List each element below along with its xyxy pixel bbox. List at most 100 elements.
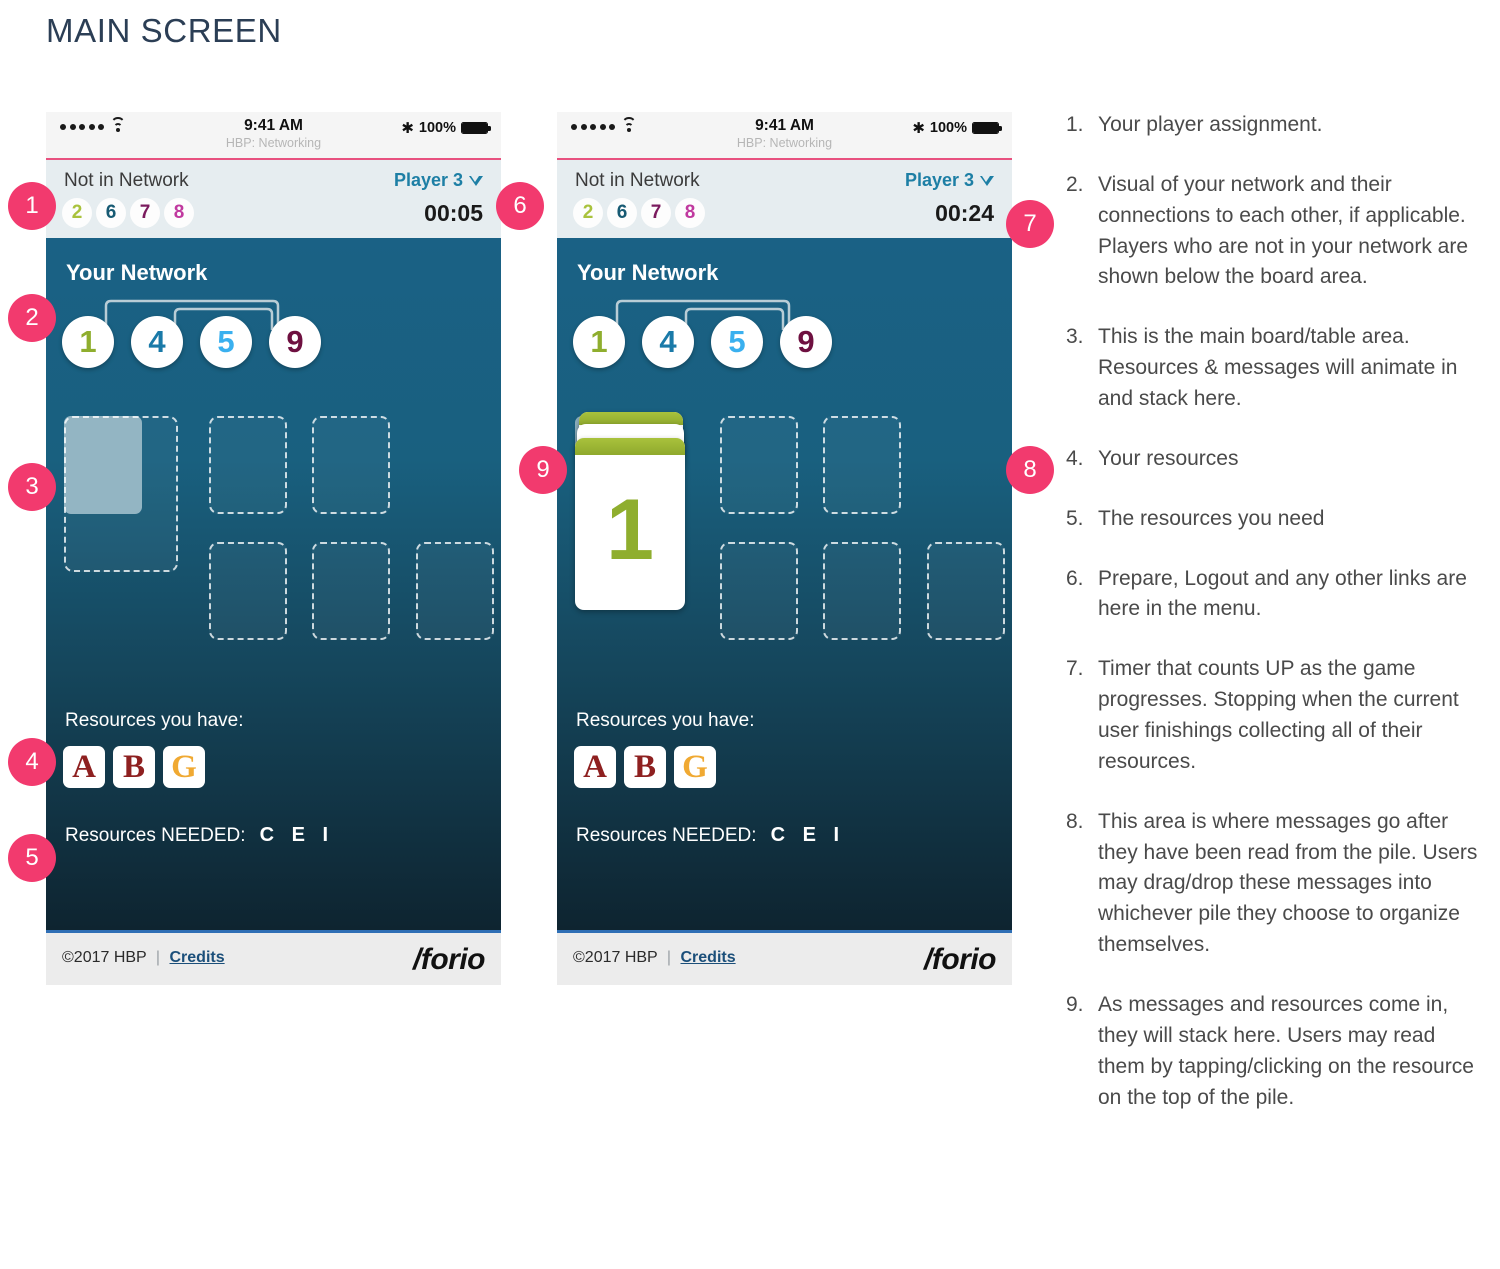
not-in-network-player-chip[interactable]: 8 — [675, 198, 705, 228]
not-in-network-player-chip[interactable]: 8 — [164, 198, 194, 228]
annotation-number: 6. — [1066, 566, 1084, 590]
status-bar-subtitle: HBP: Networking — [225, 136, 322, 150]
battery-icon — [461, 121, 491, 135]
annotation-item: 7. Timer that counts UP as the game prog… — [1066, 654, 1486, 777]
resources-have-list: A B G — [574, 746, 716, 788]
resources-needed-letters: C E I — [259, 824, 335, 846]
game-board: Your Network 1 4 5 9 — [557, 238, 1012, 930]
resources-have-list: A B G — [63, 746, 205, 788]
stack-card-front[interactable]: 1 — [575, 438, 685, 610]
credits-link[interactable]: Credits — [681, 949, 736, 966]
phone-mockup-1: 9:41 AM HBP: Networking ✱ 100% Not in Ne… — [46, 112, 501, 985]
resource-tile[interactable]: G — [163, 746, 205, 788]
callout-badge-1: 1 — [8, 182, 56, 230]
credits-link[interactable]: Credits — [170, 949, 225, 966]
annotation-number: 7. — [1066, 657, 1084, 681]
resource-tile[interactable]: B — [113, 746, 155, 788]
card-slot[interactable] — [823, 542, 901, 640]
network-player-circle[interactable]: 5 — [711, 316, 763, 368]
resource-tile[interactable]: A — [574, 746, 616, 788]
app-footer: ©2017 HBP | Credits /forio — [46, 930, 501, 985]
player-menu-button[interactable]: Player 3 — [905, 170, 994, 191]
network-player-circle[interactable]: 9 — [780, 316, 832, 368]
network-player-circle[interactable]: 5 — [200, 316, 252, 368]
annotation-text: Your player assignment. — [1098, 113, 1323, 136]
resources-needed-label: Resources NEEDED: — [576, 825, 757, 846]
not-in-network-label: Not in Network — [575, 170, 700, 191]
card-slot[interactable] — [927, 542, 1005, 640]
not-in-network-player-chip[interactable]: 7 — [130, 198, 160, 228]
annotation-number: 2. — [1066, 172, 1084, 196]
card-top-bar — [575, 438, 685, 455]
phone-mockup-2: 9:41 AM HBP: Networking ✱ 100% Not in Ne… — [557, 112, 1012, 985]
network-player-circle[interactable]: 1 — [62, 316, 114, 368]
callout-badge-4: 4 — [8, 738, 56, 786]
resources-needed-label: Resources NEEDED: — [65, 825, 246, 846]
ios-status-bar: 9:41 AM HBP: Networking ✱ 100% — [557, 112, 1012, 160]
network-player-circle[interactable]: 9 — [269, 316, 321, 368]
status-bar-subtitle: HBP: Networking — [736, 136, 833, 150]
card-slot[interactable] — [209, 416, 287, 514]
annotation-item: 9. As messages and resources come in, th… — [1066, 990, 1486, 1113]
player-menu-button[interactable]: Player 3 — [394, 170, 483, 191]
resource-tile[interactable]: A — [63, 746, 105, 788]
network-player-circle[interactable]: 1 — [573, 316, 625, 368]
board-card-slots: 1 — [575, 412, 1005, 642]
card-slot[interactable] — [416, 542, 494, 640]
copyright-text: ©2017 HBP — [62, 949, 147, 966]
card-slot[interactable] — [720, 416, 798, 514]
callout-badge-8: 8 — [1006, 446, 1054, 494]
network-visualization: 1 4 5 9 — [62, 296, 352, 368]
board-title: Your Network — [66, 260, 208, 285]
copyright-text: ©2017 HBP — [573, 949, 658, 966]
network-player-circles: 1 4 5 9 — [573, 316, 832, 368]
app-footer: ©2017 HBP | Credits /forio — [557, 930, 1012, 985]
annotation-text: This is the main board/table area. Resou… — [1098, 325, 1458, 411]
resource-card-stack[interactable]: 1 — [575, 412, 691, 612]
card-slot[interactable] — [823, 416, 901, 514]
annotation-text: As messages and resources come in, they … — [1098, 993, 1474, 1109]
resources-have-label: Resources you have: — [576, 710, 755, 731]
not-in-network-player-chip[interactable]: 2 — [62, 198, 92, 228]
annotation-number: 3. — [1066, 325, 1084, 349]
player-label: Player 3 — [393, 170, 463, 190]
card-slot-pile[interactable] — [64, 416, 178, 572]
annotation-item: 2. Visual of your network and their conn… — [1066, 170, 1486, 293]
network-player-circle[interactable]: 4 — [131, 316, 183, 368]
not-in-network-player-chip[interactable]: 7 — [641, 198, 671, 228]
battery-icon — [972, 121, 1002, 135]
not-in-network-player-list: 2 6 7 8 — [573, 198, 705, 228]
card-slot[interactable] — [720, 542, 798, 640]
card-slot[interactable] — [209, 542, 287, 640]
annotation-number: 4. — [1066, 446, 1084, 470]
resource-tile[interactable]: B — [624, 746, 666, 788]
game-board: Your Network 1 4 5 9 — [46, 238, 501, 930]
footer-separator: | — [155, 949, 161, 966]
annotation-item: 4. Your resources — [1066, 444, 1486, 475]
callout-badge-5: 5 — [8, 834, 56, 882]
resources-have-label: Resources you have: — [65, 710, 244, 731]
resource-tile[interactable]: G — [674, 746, 716, 788]
bluetooth-icon: ✱ — [401, 119, 414, 137]
resources-needed-row: Resources NEEDED: C E I — [65, 824, 334, 847]
annotation-text: Timer that counts UP as the game progres… — [1098, 657, 1459, 773]
game-timer: 00:24 — [935, 200, 994, 226]
network-player-circle[interactable]: 4 — [642, 316, 694, 368]
annotation-text: This area is where messages go after the… — [1098, 809, 1478, 957]
card-slot[interactable] — [312, 416, 390, 514]
card-value: 1 — [606, 482, 654, 578]
callout-badge-3: 3 — [8, 463, 56, 511]
network-visualization: 1 4 5 9 — [573, 296, 863, 368]
card-slot[interactable] — [312, 542, 390, 640]
battery-percent-label: 100% — [929, 120, 967, 136]
annotation-number: 5. — [1066, 506, 1084, 530]
annotation-text: The resources you need — [1098, 506, 1325, 530]
ios-status-bar: 9:41 AM HBP: Networking ✱ 100% — [46, 112, 501, 160]
annotation-number: 1. — [1066, 113, 1084, 136]
not-in-network-player-chip[interactable]: 6 — [607, 198, 637, 228]
forio-logo: /forio — [413, 943, 486, 976]
callout-badge-6: 6 — [496, 182, 544, 230]
page-title: MAIN SCREEN — [46, 12, 282, 49]
not-in-network-player-chip[interactable]: 2 — [573, 198, 603, 228]
not-in-network-player-chip[interactable]: 6 — [96, 198, 126, 228]
